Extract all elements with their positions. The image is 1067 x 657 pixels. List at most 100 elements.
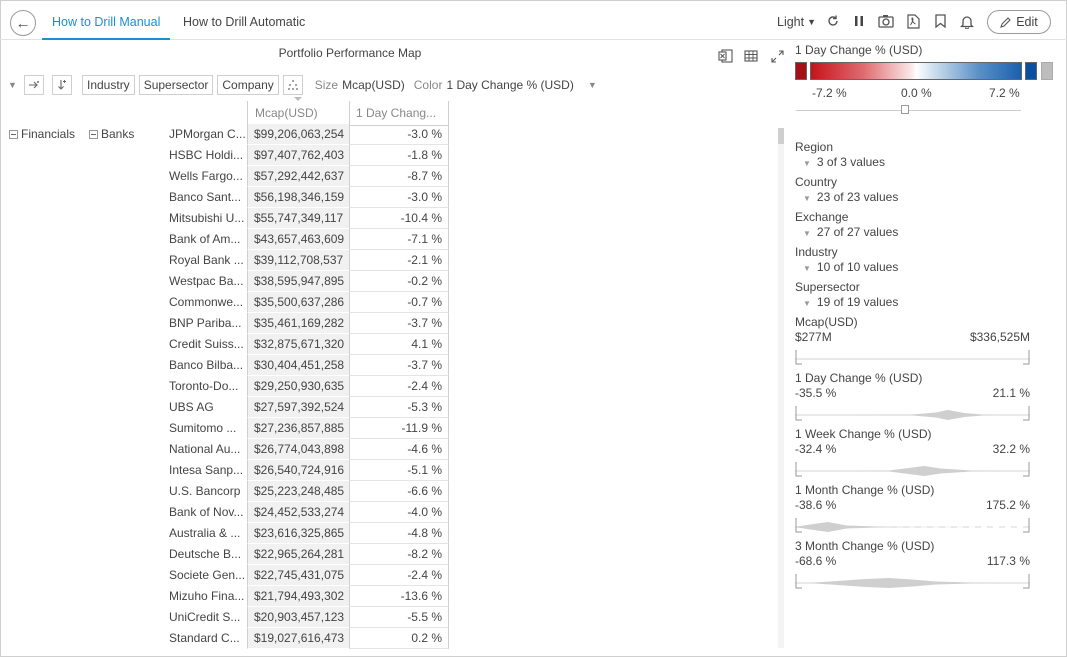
day-change-cell: -8.2 % — [349, 544, 449, 565]
filter-values-dropdown[interactable]: ▼ 23 of 23 values — [803, 189, 898, 207]
chevron-down-icon: ▼ — [803, 194, 811, 203]
size-value[interactable]: Mcap(USD) — [342, 78, 405, 92]
table-row[interactable]: Standard C... $19,027,616,473 0.2 % — [0, 628, 450, 649]
range-min-handle[interactable] — [795, 406, 802, 421]
company-cell: U.S. Bancorp — [169, 484, 241, 498]
range-max-handle[interactable] — [1023, 350, 1030, 365]
range-max-handle[interactable] — [1023, 518, 1030, 533]
table-row[interactable]: Bank of Nov... $24,452,533,274 -4.0 % — [0, 502, 450, 523]
range-min: -32.4 % — [795, 442, 837, 456]
table-row[interactable]: Banco Bilba... $30,404,451,258 -3.7 % — [0, 355, 450, 376]
scroll-thumb[interactable] — [778, 128, 784, 144]
range-max: 32.2 % — [992, 442, 1030, 456]
drill-down-button[interactable] — [24, 75, 44, 95]
sort-button[interactable] — [52, 75, 72, 95]
table-row[interactable]: Intesa Sanp... $26,540,724,916 -5.1 % — [0, 460, 450, 481]
tab-how-to-drill-manual[interactable]: How to Drill Manual — [42, 0, 171, 40]
size-label: Size — [314, 78, 339, 92]
tab-how-to-drill-automatic[interactable]: How to Drill Automatic — [183, 0, 305, 40]
filter-values-dropdown[interactable]: ▼ 3 of 3 values — [803, 154, 885, 172]
pause-icon[interactable] — [850, 12, 868, 30]
back-button[interactable]: ← — [10, 10, 36, 36]
range-max-handle[interactable] — [1023, 462, 1030, 477]
hierarchy-chip-company[interactable]: Company — [217, 75, 279, 95]
grid-dots-button[interactable] — [282, 75, 303, 95]
excel-export-icon[interactable] — [716, 48, 734, 64]
range-filter: Mcap(USD) $277M $336,525M — [795, 315, 1030, 365]
table-row[interactable]: Wells Fargo... $57,292,442,637 -8.7 % — [0, 166, 450, 187]
table-row[interactable]: Mizuho Fina... $21,794,493,302 -13.6 % — [0, 586, 450, 607]
filter-values-dropdown[interactable]: ▼ 10 of 10 values — [803, 259, 898, 277]
range-min-handle[interactable] — [795, 350, 802, 365]
table-row[interactable]: UBS AG $27,597,392,524 -5.3 % — [0, 397, 450, 418]
mcap-cell: $57,292,442,637 — [247, 166, 349, 187]
range-min: -38.6 % — [795, 498, 837, 512]
color-value[interactable]: 1 Day Change % (USD) — [446, 78, 573, 92]
table-row[interactable]: Banco Sant... $56,198,346,159 -3.0 % — [0, 187, 450, 208]
range-min-handle[interactable] — [795, 518, 802, 533]
range-max-handle[interactable] — [1023, 406, 1030, 421]
company-cell: Bank of Am... — [169, 232, 241, 246]
range-max-handle[interactable] — [1023, 574, 1030, 589]
table-row[interactable]: Sumitomo ... $27,236,857,885 -11.9 % — [0, 418, 450, 439]
table-row[interactable]: National Au... $26,774,043,898 -4.6 % — [0, 439, 450, 460]
bookmark-icon[interactable] — [931, 12, 949, 30]
column-header-1-day-change[interactable]: 1 Day Chang... — [349, 101, 449, 126]
table-row[interactable]: U.S. Bancorp $25,223,248,485 -6.6 % — [0, 481, 450, 502]
legend-slider-handle[interactable] — [901, 105, 909, 114]
table-row[interactable]: Toronto-Do... $29,250,930,635 -2.4 % — [0, 376, 450, 397]
pdf-icon[interactable] — [904, 12, 922, 30]
chevron-down-icon: ▼ — [803, 159, 811, 168]
chevron-down-icon[interactable]: ▼ — [588, 80, 600, 90]
table-row[interactable]: Societe Gen... $22,745,431,075 -2.4 % — [0, 565, 450, 586]
expand-icon[interactable] — [768, 48, 786, 64]
table-row[interactable]: Deutsche B... $22,965,264,281 -8.2 % — [0, 544, 450, 565]
range-min-handle[interactable] — [795, 574, 802, 589]
edit-button[interactable]: Edit — [987, 10, 1051, 34]
mcap-cell: $26,540,724,916 — [247, 460, 349, 481]
arrow-left-icon: ← — [15, 14, 31, 32]
filter-values-dropdown[interactable]: ▼ 19 of 19 values — [803, 294, 898, 312]
company-cell: Banco Bilba... — [169, 358, 244, 372]
bell-icon[interactable] — [958, 12, 976, 30]
filter-name: Industry — [795, 245, 838, 259]
table-row[interactable]: Westpac Ba... $38,595,947,895 -0.2 % — [0, 271, 450, 292]
filter-values-dropdown[interactable]: ▼ 27 of 27 values — [803, 224, 898, 242]
range-min-handle[interactable] — [795, 462, 802, 477]
table-row[interactable]: Commonwe... $35,500,637,286 -0.7 % — [0, 292, 450, 313]
camera-icon[interactable] — [877, 12, 895, 30]
table-view-icon[interactable] — [742, 48, 760, 64]
drill-down-icon — [29, 81, 39, 89]
table-row[interactable]: Credit Suiss... $32,875,671,320 4.1 % — [0, 334, 450, 355]
day-change-cell: -3.7 % — [349, 355, 449, 376]
table-row[interactable]: Mitsubishi U... $55,747,349,117 -10.4 % — [0, 208, 450, 229]
refresh-icon[interactable] — [824, 12, 842, 30]
legend-min-label: -7.2 % — [812, 86, 847, 100]
company-cell: Royal Bank ... — [169, 253, 244, 267]
hierarchy-chip-supersector[interactable]: Supersector — [138, 75, 214, 95]
day-change-cell: 4.1 % — [349, 334, 449, 355]
table-row[interactable]: BNP Pariba... $35,461,169,282 -3.7 % — [0, 313, 450, 334]
hierarchy-chip-industry[interactable]: Industry — [82, 75, 135, 95]
filter-name: Supersector — [795, 280, 860, 294]
day-change-cell: -2.1 % — [349, 250, 449, 271]
legend-max-label: 7.2 % — [989, 86, 1020, 100]
table-row[interactable]: Australia & ... $23,616,325,865 -4.8 % — [0, 523, 450, 544]
company-cell: Bank of Nov... — [169, 505, 244, 519]
range-histogram — [795, 462, 1030, 477]
company-cell: Westpac Ba... — [169, 274, 244, 288]
table-row[interactable]: Bank of Am... $43,657,463,609 -7.1 % — [0, 229, 450, 250]
mcap-cell: $20,903,457,123 — [247, 607, 349, 628]
day-change-cell: -0.7 % — [349, 292, 449, 313]
theme-dropdown[interactable]: Light ▼ — [777, 10, 816, 34]
table-row[interactable]: HSBC Holdi... $97,407,762,403 -1.8 % — [0, 145, 450, 166]
mcap-cell: $22,965,264,281 — [247, 544, 349, 565]
chevron-down-icon[interactable]: ▼ — [8, 80, 20, 90]
vertical-scrollbar[interactable] — [778, 128, 784, 648]
column-header-mcap[interactable]: Mcap(USD) — [247, 101, 350, 126]
company-cell: National Au... — [169, 442, 241, 456]
table-row[interactable]: Royal Bank ... $39,112,708,537 -2.1 % — [0, 250, 450, 271]
table-row[interactable]: JPMorgan C... $99,206,063,254 -3.0 % — [0, 124, 450, 145]
table-row[interactable]: UniCredit S... $20,903,457,123 -5.5 % — [0, 607, 450, 628]
day-change-cell: -11.9 % — [349, 418, 449, 439]
